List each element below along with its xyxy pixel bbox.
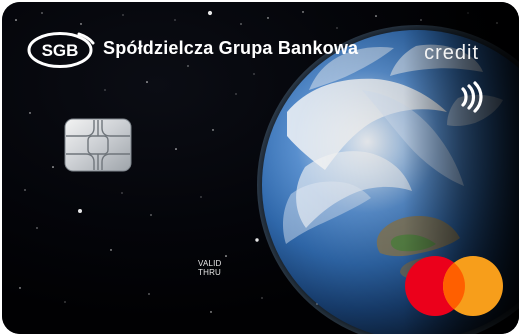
sgb-logo-icon: SGB (27, 32, 95, 68)
bank-name: Spółdzielcza Grupa Bankowa (103, 38, 359, 58)
contactless-icon (461, 81, 483, 113)
valid-thru-label: VALID THRU (198, 259, 222, 277)
card-type-label: credit (424, 42, 479, 64)
chip-icon (64, 118, 132, 172)
valid-label-line-2: THRU (198, 268, 222, 277)
credit-card: SGB Spółdzielcza Grupa Bankowa credit VA… (2, 2, 519, 334)
logo-text: SGB (42, 41, 79, 60)
mastercard-logo-icon (405, 256, 503, 316)
valid-label-line-1: VALID (198, 259, 222, 268)
